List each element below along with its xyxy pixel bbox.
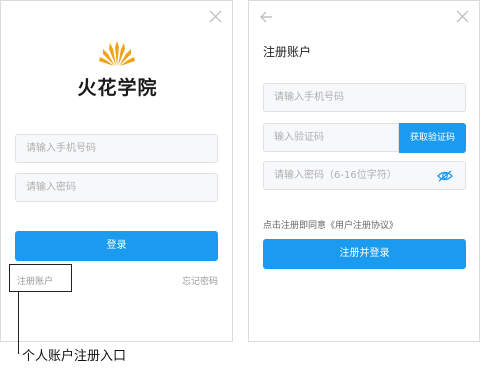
code-placeholder: 输入验证码 xyxy=(274,132,324,143)
register-submit-button[interactable]: 注册并登录 xyxy=(263,239,466,269)
eye-off-icon[interactable] xyxy=(437,169,453,183)
login-button[interactable]: 登录 xyxy=(15,231,218,261)
password-placeholder: 请输入密码 xyxy=(26,182,76,193)
agreement-text[interactable]: 点击注册即同意《用户注册协议》 xyxy=(263,218,398,231)
close-icon[interactable] xyxy=(456,10,469,23)
verification-code-input[interactable]: 输入验证码 xyxy=(263,123,399,152)
phone-placeholder: 请输入手机号码 xyxy=(26,143,96,154)
forgot-password-link[interactable]: 忘记密码 xyxy=(182,274,218,287)
register-panel: 注册账户 请输入手机号码 输入验证码 获取验证码 请输入密码（6-16位字符） … xyxy=(248,0,480,342)
back-icon[interactable] xyxy=(259,10,273,24)
phone-input[interactable]: 请输入手机号码 xyxy=(15,134,218,163)
brand-name: 火花学院 xyxy=(77,77,158,99)
register-title: 注册账户 xyxy=(263,45,312,59)
register-phone-input[interactable]: 请输入手机号码 xyxy=(263,83,466,112)
password-input[interactable]: 请输入密码 xyxy=(15,173,218,202)
logo-icon xyxy=(99,41,135,66)
register-password-placeholder: 请输入密码（6-16位字符） xyxy=(274,170,397,181)
register-phone-placeholder: 请输入手机号码 xyxy=(274,92,344,103)
callout-caption: 个人账户注册入口 xyxy=(22,349,127,364)
callout-line xyxy=(18,292,19,354)
register-callout-box xyxy=(9,264,72,292)
register-password-input[interactable]: 请输入密码（6-16位字符） xyxy=(263,161,466,190)
send-code-button[interactable]: 获取验证码 xyxy=(399,123,466,153)
close-icon[interactable] xyxy=(209,10,222,23)
